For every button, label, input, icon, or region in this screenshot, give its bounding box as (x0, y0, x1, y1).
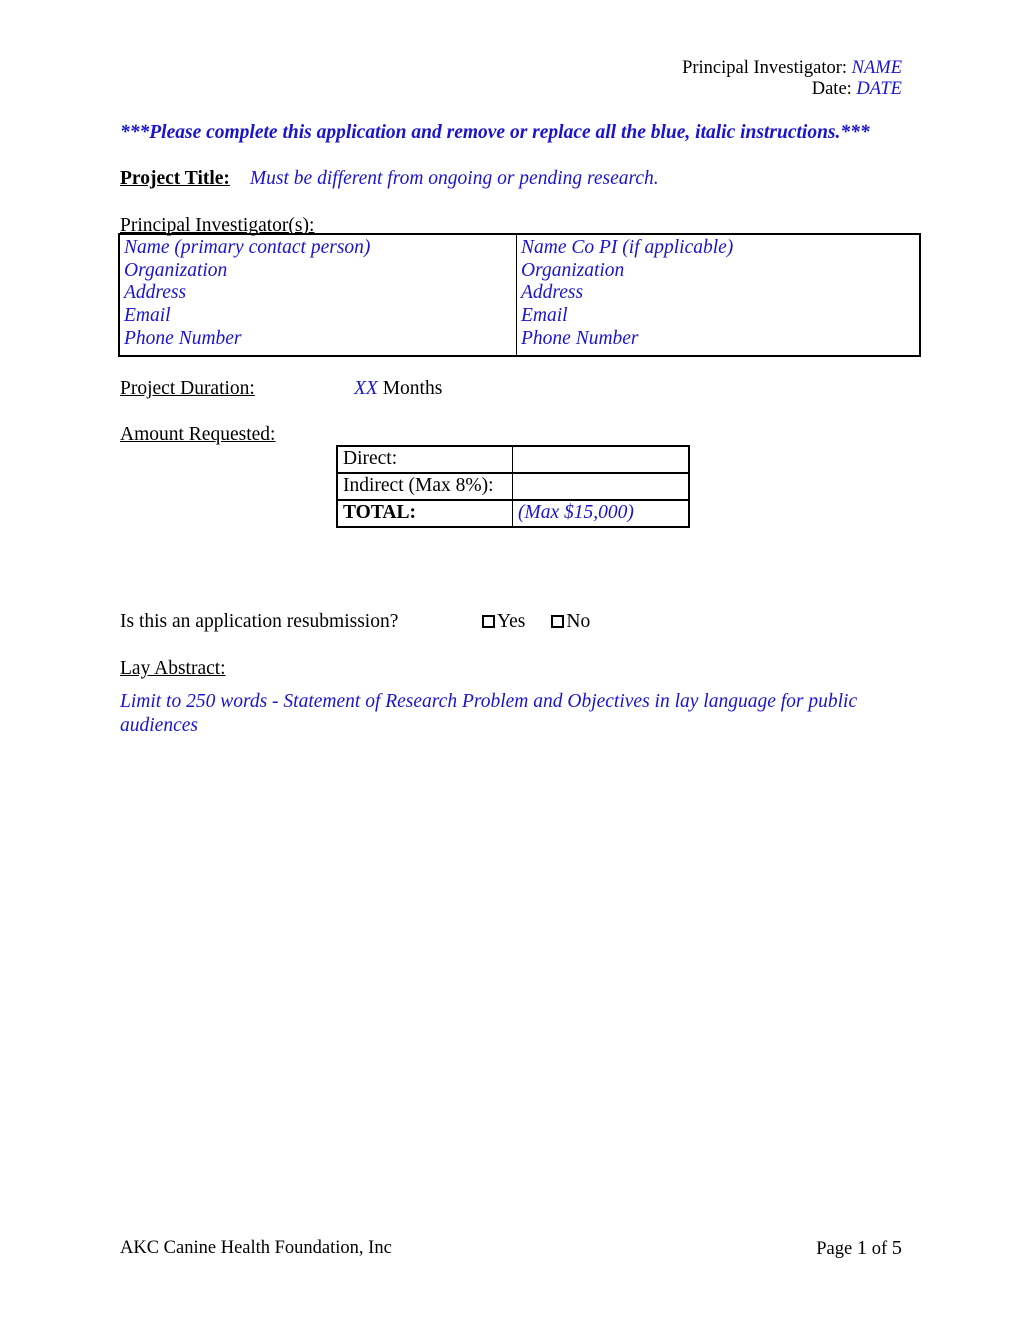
amount-direct-label: Direct: (336, 445, 513, 474)
resubmission-option-yes[interactable]: Yes (482, 610, 525, 633)
pi-copi-cell[interactable]: Name Co PI (if applicable) Organization … (516, 233, 921, 357)
amount-total-label: TOTAL: (336, 499, 513, 528)
footer-page-prefix: Page (816, 1239, 857, 1259)
table-row: Indirect (Max 8%): (336, 472, 690, 501)
header-date-label: Date: (811, 79, 857, 99)
instruction-banner: ***Please complete this application and … (120, 122, 870, 143)
pi-copi-organization: Organization (521, 259, 625, 281)
header-pi-value: NAME (851, 58, 902, 78)
project-title-label: Project Title: (120, 168, 230, 189)
amount-requested-heading: Amount Requested: (120, 423, 275, 446)
resubmission-option-yes-label: Yes (497, 611, 526, 632)
table-row: Name (primary contact person) Organizati… (118, 233, 921, 357)
pi-copi-phone: Phone Number (521, 327, 639, 349)
table-row: TOTAL: (Max $15,000) (336, 499, 690, 528)
checkbox-unchecked-icon[interactable] (482, 615, 495, 628)
document-page: Principal Investigator: NAME Date: DATE … (0, 0, 1020, 1320)
project-duration-quantity[interactable]: XX (354, 378, 378, 399)
pi-copi-address: Address (521, 282, 584, 304)
pi-primary-organization: Organization (124, 259, 228, 281)
lay-abstract-placeholder[interactable]: Limit to 250 words - Statement of Resear… (120, 690, 868, 737)
pi-copi-email: Email (521, 305, 568, 327)
checkbox-unchecked-icon[interactable] (551, 615, 565, 628)
amount-direct-value[interactable] (512, 445, 690, 474)
footer-page-joiner: of (867, 1239, 892, 1259)
lay-abstract-heading-text: Lay Abstract: (120, 658, 226, 679)
project-duration-label: Project Duration: (120, 378, 255, 399)
amount-indirect-value[interactable] (512, 472, 690, 501)
project-duration-row: Project Duration: XX Months (120, 377, 720, 400)
pi-primary-name: Name (primary contact person) (124, 237, 371, 258)
header-date-value: DATE (856, 79, 902, 99)
amount-total-value[interactable]: (Max $15,000) (512, 499, 690, 528)
document-footer: AKC Canine Health Foundation, Inc Page 1… (120, 1238, 902, 1260)
pi-primary-address: Address (124, 282, 187, 304)
pi-primary-phone: Phone Number (124, 327, 242, 349)
pi-primary-email: Email (124, 305, 171, 327)
header-pi-label: Principal Investigator: (682, 58, 852, 78)
footer-organization: AKC Canine Health Foundation, Inc (120, 1238, 392, 1258)
footer-page-current: 1 (856, 1237, 868, 1259)
amount-requested-table: Direct: Indirect (Max 8%): TOTAL: (Max $… (336, 445, 690, 528)
resubmission-question: Is this an application resubmission? (120, 611, 399, 632)
project-title-row: Project Title: Must be different from ong… (120, 167, 910, 190)
table-row: Direct: (336, 445, 690, 474)
amount-indirect-label: Indirect (Max 8%): (336, 472, 513, 501)
pi-primary-cell[interactable]: Name (primary contact person) Organizati… (118, 233, 517, 357)
lay-abstract-heading: Lay Abstract: (120, 657, 226, 680)
header-date-line: Date: DATE (120, 79, 902, 100)
resubmission-row: Is this an application resubmission? Yes N… (120, 610, 820, 633)
amount-requested-heading-text: Amount Requested: (120, 424, 276, 445)
resubmission-option-no-label: No (566, 611, 591, 632)
pi-copi-name: Name Co PI (if applicable) (521, 237, 734, 258)
footer-page-indicator: Page 1 of 5 (816, 1238, 902, 1260)
document-header: Principal Investigator: NAME Date: DATE (120, 58, 902, 100)
project-title-placeholder[interactable]: Must be different from ongoing or pendin… (230, 168, 659, 189)
principal-investigators-table: Name (primary contact person) Organizati… (118, 233, 921, 357)
header-principal-investigator-line: Principal Investigator: NAME (120, 58, 902, 79)
project-duration-unit-label: Months (382, 378, 443, 399)
resubmission-option-no[interactable]: No (551, 610, 590, 633)
footer-page-total: 5 (891, 1237, 902, 1259)
